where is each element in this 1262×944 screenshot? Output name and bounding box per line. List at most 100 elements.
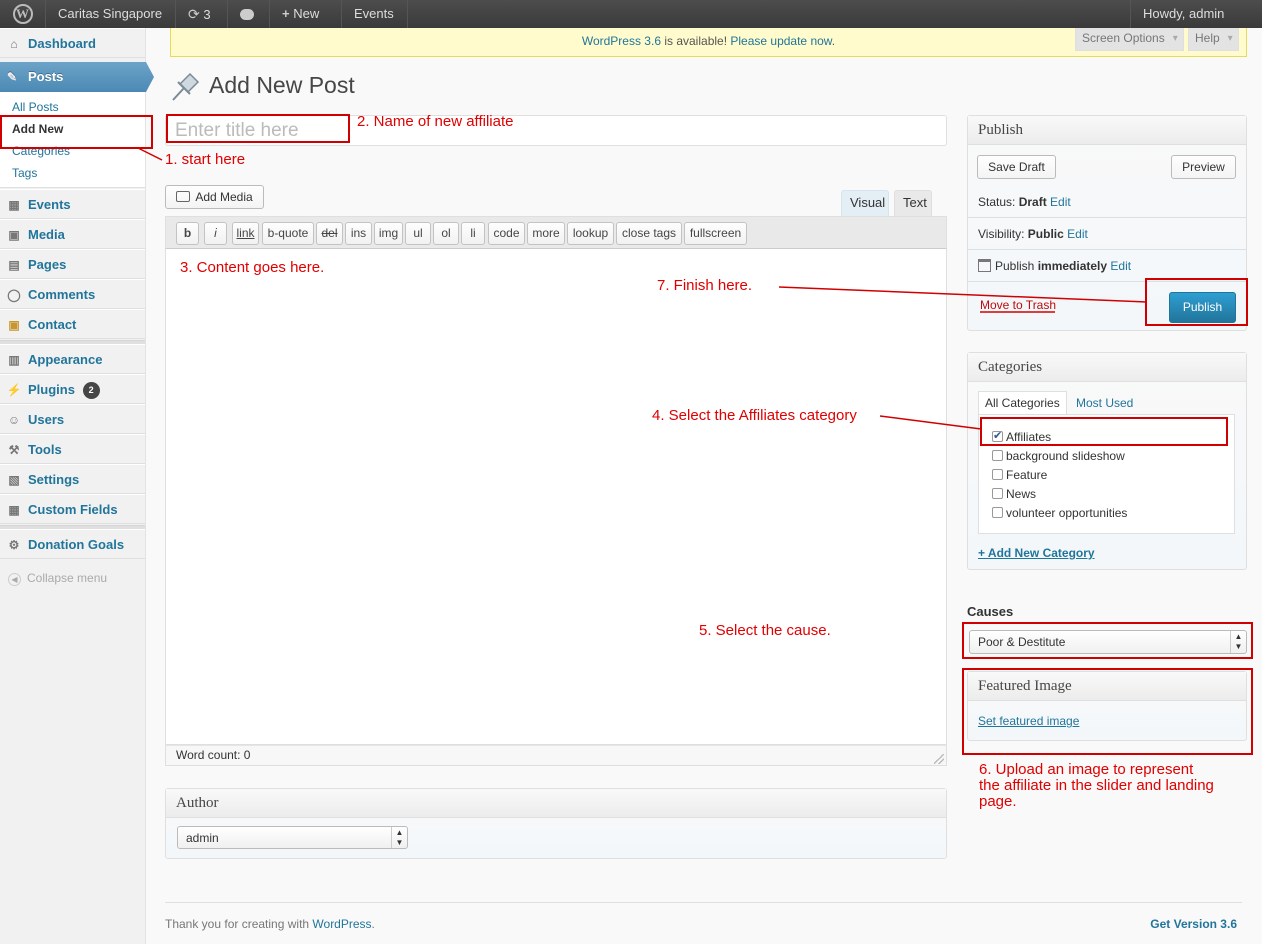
qt-del-button[interactable]: del bbox=[316, 222, 343, 245]
category-volunteer-opportunities-checkbox[interactable] bbox=[992, 507, 1003, 518]
sidebar-item-appearance[interactable]: ▥ Appearance bbox=[0, 344, 145, 374]
sidebar-item-plugins[interactable]: ⚡ Plugins 2 bbox=[0, 374, 145, 404]
move-to-trash-link[interactable]: Move to Trash bbox=[980, 298, 1056, 312]
qt-more-button[interactable]: more bbox=[527, 222, 565, 245]
category-background-slideshow-checkbox[interactable] bbox=[992, 450, 1003, 461]
sidebar-item-donation-goals[interactable]: ⚙ Donation Goals bbox=[0, 529, 145, 559]
edit-publish-date-link[interactable]: Edit bbox=[1110, 259, 1131, 273]
save-draft-button[interactable]: Save Draft bbox=[977, 155, 1056, 179]
status-label: Status: bbox=[978, 195, 1019, 209]
nag-end: . bbox=[831, 34, 836, 48]
sidebar-item-label: Plugins bbox=[28, 382, 75, 397]
annotation-step-2: 2. Name of new affiliate bbox=[357, 113, 514, 130]
annotation-box-add-new bbox=[0, 115, 153, 149]
add-media-label: Add Media bbox=[195, 190, 253, 204]
category-feature-checkbox[interactable] bbox=[992, 469, 1003, 480]
status-value: Draft bbox=[1018, 195, 1047, 209]
annotation-step-6-line-1: 6. Upload an image to represent bbox=[979, 761, 1194, 778]
contact-icon: ▣ bbox=[8, 318, 20, 332]
add-new-category-link[interactable]: + Add New Category bbox=[978, 546, 1095, 560]
plugin-icon: ⚡ bbox=[6, 383, 22, 397]
annotation-box-title bbox=[166, 114, 350, 143]
my-account-menu[interactable]: Howdy, admin bbox=[1130, 0, 1262, 51]
site-name: Caritas Singapore bbox=[58, 6, 163, 21]
category-background-slideshow-label: background slideshow bbox=[1006, 449, 1125, 463]
qt-li-button[interactable]: li bbox=[461, 222, 485, 245]
wordpress-logo-menu[interactable]: W bbox=[0, 0, 46, 28]
comments-icon: ◯ bbox=[7, 288, 21, 302]
sidebar-item-posts[interactable]: ✎ Posts bbox=[0, 62, 154, 92]
home-icon: ⌂ bbox=[10, 37, 18, 51]
qt-ins-button[interactable]: ins bbox=[345, 222, 372, 245]
sidebar-item-comments[interactable]: ◯ Comments bbox=[0, 279, 145, 309]
annotation-step-1: 1. start here bbox=[165, 151, 246, 168]
add-media-button[interactable]: Add Media bbox=[165, 185, 264, 209]
submenu-all-posts[interactable]: All Posts bbox=[12, 100, 59, 114]
help-button[interactable]: Help bbox=[1188, 28, 1239, 51]
edit-status-link[interactable]: Edit bbox=[1050, 195, 1071, 209]
sidebar-item-label: Users bbox=[28, 412, 65, 427]
post-content-textarea[interactable] bbox=[165, 249, 947, 745]
new-label: New bbox=[293, 6, 320, 21]
events-menu[interactable]: Events bbox=[342, 0, 408, 28]
sidebar-item-label: Appearance bbox=[28, 352, 103, 367]
qt-code-button[interactable]: code bbox=[488, 222, 525, 245]
updates-count: 3 bbox=[203, 7, 211, 22]
calendar-icon: ▦ bbox=[8, 198, 20, 212]
update-now-link[interactable]: Please update now bbox=[730, 34, 831, 48]
tab-most-used[interactable]: Most Used bbox=[1076, 396, 1133, 410]
new-content-menu[interactable]: + New bbox=[270, 0, 342, 28]
qt-img-button[interactable]: img bbox=[374, 222, 403, 245]
sidebar-item-custom-fields[interactable]: ▦ Custom Fields bbox=[0, 494, 145, 524]
sidebar-item-contact[interactable]: ▣ Contact bbox=[0, 309, 145, 339]
qt-ol-button[interactable]: ol bbox=[433, 222, 459, 245]
sidebar-item-dashboard[interactable]: ⌂ Dashboard bbox=[0, 28, 145, 58]
publish-label: Publish bbox=[995, 259, 1038, 273]
submenu-tags[interactable]: Tags bbox=[12, 166, 37, 180]
qt-close-tags-button[interactable]: close tags bbox=[616, 222, 682, 245]
preview-button[interactable]: Preview bbox=[1171, 155, 1236, 179]
updates-menu[interactable]: ⟳ 3 bbox=[176, 0, 228, 28]
sidebar-item-pages[interactable]: ▤ Pages bbox=[0, 249, 145, 279]
annotation-box-affiliates bbox=[980, 417, 1228, 446]
qt-bold-button[interactable]: b bbox=[176, 222, 199, 245]
sidebar-item-events[interactable]: ▦ Events bbox=[0, 189, 145, 219]
tab-text[interactable]: Text bbox=[894, 190, 932, 216]
categories-metabox: Categories All Categories Most Used Affi… bbox=[967, 352, 1247, 570]
sidebar-item-users[interactable]: ☺ Users bbox=[0, 404, 145, 434]
comments-menu[interactable] bbox=[228, 0, 270, 28]
wordpress-link[interactable]: WordPress bbox=[312, 917, 371, 931]
footer-thanks-text: Thank you for creating with bbox=[165, 917, 313, 931]
appearance-icon: ▥ bbox=[8, 353, 20, 367]
category-news-checkbox[interactable] bbox=[992, 488, 1003, 499]
author-select[interactable]: admin ▲ ▼ bbox=[177, 826, 408, 849]
word-count: Word count: 0 bbox=[176, 748, 251, 762]
tab-all-categories[interactable]: All Categories bbox=[978, 391, 1067, 415]
sidebar-item-settings[interactable]: ▧ Settings bbox=[0, 464, 145, 494]
qt-lookup-button[interactable]: lookup bbox=[567, 222, 614, 245]
howdy-text: Howdy, admin bbox=[1143, 6, 1225, 21]
qt-italic-button[interactable]: i bbox=[204, 222, 227, 245]
collapse-label: Collapse menu bbox=[27, 571, 108, 585]
tab-visual[interactable]: Visual bbox=[841, 190, 889, 216]
collapse-menu[interactable]: ◀ Collapse menu bbox=[8, 571, 107, 586]
resize-handle-icon[interactable] bbox=[934, 754, 944, 764]
annotation-step-3: 3. Content goes here. bbox=[180, 259, 325, 276]
nag-text: is available! bbox=[661, 34, 731, 48]
sidebar-item-tools[interactable]: ⚒ Tools bbox=[0, 434, 145, 464]
plus-icon: + bbox=[282, 6, 290, 21]
get-version-link[interactable]: Get Version 3.6 bbox=[1150, 917, 1237, 931]
admin-sidebar: ⌂ Dashboard ✎ Posts All Posts Add New Ca… bbox=[0, 28, 154, 944]
site-name-menu[interactable]: Caritas Singapore bbox=[46, 0, 176, 28]
wordpress-version-link[interactable]: WordPress 3.6 bbox=[582, 34, 661, 48]
screen-options-button[interactable]: Screen Options bbox=[1075, 28, 1184, 51]
qt-link-button[interactable]: link bbox=[232, 222, 259, 245]
edit-visibility-link[interactable]: Edit bbox=[1067, 227, 1088, 241]
qt-ul-button[interactable]: ul bbox=[405, 222, 431, 245]
refresh-icon: ⟳ bbox=[188, 6, 200, 22]
collapse-arrow-icon: ◀ bbox=[8, 573, 21, 586]
sidebar-item-media[interactable]: ▣ Media bbox=[0, 219, 145, 249]
qt-fullscreen-button[interactable]: fullscreen bbox=[684, 222, 747, 245]
select-arrows-icon: ▲ ▼ bbox=[391, 827, 407, 848]
qt-blockquote-button[interactable]: b-quote bbox=[262, 222, 314, 245]
